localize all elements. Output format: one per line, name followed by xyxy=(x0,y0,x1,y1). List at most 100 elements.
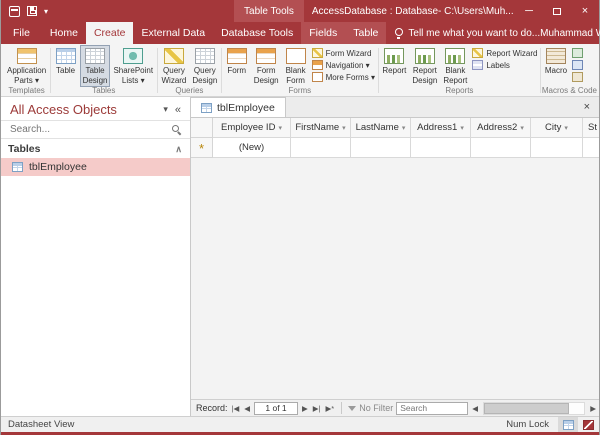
collapse-section-icon[interactable]: ∧ xyxy=(175,144,182,155)
new-record-selector[interactable]: * xyxy=(191,138,213,158)
first-record-button[interactable]: |◀ xyxy=(231,404,241,413)
column-dropdown-icon[interactable]: ▾ xyxy=(402,124,406,132)
column-header-lastname[interactable]: LastName▾ xyxy=(351,118,411,138)
current-record-input[interactable] xyxy=(254,402,298,415)
nav-pane-header: All Access Objects ▾ « xyxy=(1,97,190,120)
blank-form-icon xyxy=(286,48,306,64)
tab-fields[interactable]: Fields xyxy=(301,22,345,44)
cell-state[interactable] xyxy=(583,138,599,158)
tab-table[interactable]: Table xyxy=(345,22,386,44)
cell-city[interactable] xyxy=(531,138,583,158)
cell-address2[interactable] xyxy=(471,138,531,158)
column-header-firstname[interactable]: FirstName▾ xyxy=(291,118,351,138)
nav-pane-menu-caret-icon[interactable]: ▾ xyxy=(159,104,172,115)
cell-lastname[interactable] xyxy=(351,138,411,158)
column-header-city[interactable]: City▾ xyxy=(531,118,583,138)
document-tab-tblemployee[interactable]: tblEmployee xyxy=(190,97,286,117)
close-document-icon[interactable]: × xyxy=(575,101,599,113)
table-icon xyxy=(12,162,23,172)
navigation-icon xyxy=(312,60,323,70)
document-tab-bar: tblEmployee × xyxy=(191,97,599,118)
save-icon[interactable] xyxy=(27,6,37,16)
horizontal-scrollbar[interactable] xyxy=(483,402,585,415)
query-design-button[interactable]: Query Design xyxy=(189,45,220,87)
search-icon[interactable] xyxy=(171,124,182,135)
nav-item-label: tblEmployee xyxy=(29,161,87,173)
qat-customize-caret-icon[interactable]: ▾ xyxy=(44,7,48,16)
cell-address1[interactable] xyxy=(411,138,471,158)
scroll-right-button[interactable]: ▶ xyxy=(589,404,597,413)
nav-pane-shutter-icon[interactable]: « xyxy=(172,104,184,116)
table-design-button[interactable]: Table Design xyxy=(80,45,111,87)
access-app-icon[interactable] xyxy=(9,6,20,17)
nav-item-tblemployee[interactable]: tblEmployee xyxy=(1,158,190,176)
visual-basic-icon[interactable] xyxy=(572,72,583,82)
scrollbar-thumb[interactable] xyxy=(484,403,569,414)
column-dropdown-icon[interactable]: ▾ xyxy=(460,124,464,132)
maximize-button[interactable] xyxy=(543,0,571,22)
ribbon-group-forms: Form Form Design Blank Form Form Wizard xyxy=(222,45,378,96)
blank-report-button[interactable]: Blank Report xyxy=(440,45,470,87)
application-parts-icon xyxy=(17,48,37,64)
class-module-icon[interactable] xyxy=(572,60,583,70)
column-header-state[interactable]: St xyxy=(583,118,599,138)
application-parts-button[interactable]: Application Parts ▾ xyxy=(4,45,49,87)
next-record-button[interactable]: ▶ xyxy=(301,404,309,413)
close-button[interactable]: × xyxy=(571,0,599,22)
navigation-button[interactable]: Navigation ▾ xyxy=(312,60,375,70)
design-view-button[interactable] xyxy=(578,417,598,432)
user-account[interactable]: Muhammad Waqas xyxy=(540,22,600,44)
tell-me-box[interactable]: Tell me what you want to do... xyxy=(394,22,540,44)
column-dropdown-icon[interactable]: ▾ xyxy=(278,124,282,132)
forms-items: Form Form Design Blank Form Form Wizard xyxy=(223,45,377,85)
cell-firstname[interactable] xyxy=(291,138,351,158)
datasheet-view-button[interactable] xyxy=(558,417,578,432)
blank-form-button[interactable]: Blank Form xyxy=(282,45,310,87)
previous-record-button[interactable]: ◀ xyxy=(243,404,251,413)
form-label: Form xyxy=(227,66,246,76)
column-dropdown-icon[interactable]: ▾ xyxy=(342,124,346,132)
tab-file[interactable]: File xyxy=(1,22,42,44)
form-wizard-button[interactable]: Form Wizard xyxy=(312,48,375,58)
report-button[interactable]: Report xyxy=(379,45,409,78)
report-wizard-button[interactable]: Report Wizard xyxy=(472,48,537,58)
record-search-input[interactable] xyxy=(396,402,468,415)
tab-create[interactable]: Create xyxy=(86,22,134,44)
column-dropdown-icon[interactable]: ▾ xyxy=(520,124,524,132)
templates-items: Application Parts ▾ xyxy=(4,45,49,85)
report-design-button[interactable]: Report Design xyxy=(409,45,440,87)
sharepoint-lists-button[interactable]: SharePoint Lists ▾ xyxy=(110,45,156,87)
column-label: FirstName xyxy=(295,122,339,133)
view-shortcuts xyxy=(558,417,598,432)
minimize-button[interactable]: ─ xyxy=(515,0,543,22)
select-all-cell[interactable] xyxy=(191,118,213,138)
tab-external-data[interactable]: External Data xyxy=(133,22,213,44)
form-button[interactable]: Form xyxy=(223,45,251,78)
scroll-left-button[interactable]: ◀ xyxy=(471,404,479,413)
nav-section-tables[interactable]: Tables ∧ xyxy=(1,139,190,158)
last-record-button[interactable]: ▶| xyxy=(312,404,322,413)
cell-employee-id[interactable]: (New) xyxy=(213,138,291,158)
macro-button[interactable]: Macro xyxy=(542,45,570,78)
table-button[interactable]: Table xyxy=(52,45,80,78)
group-label-reports: Reports xyxy=(379,85,539,95)
column-dropdown-icon[interactable]: ▾ xyxy=(564,124,568,132)
nav-search-input[interactable] xyxy=(10,124,171,135)
form-design-label: Form Design xyxy=(254,66,279,85)
column-header-address2[interactable]: Address2▾ xyxy=(471,118,531,138)
reports-items: Report Report Design Blank Report Report… xyxy=(379,45,539,85)
new-record-button[interactable]: ▶* xyxy=(325,404,336,413)
more-forms-button[interactable]: More Forms ▾ xyxy=(312,72,375,82)
module-icon[interactable] xyxy=(572,48,583,58)
form-design-button[interactable]: Form Design xyxy=(251,45,282,87)
query-wizard-button[interactable]: Query Wizard xyxy=(158,45,189,87)
labels-button[interactable]: Labels xyxy=(472,60,537,70)
column-header-employee-id[interactable]: Employee ID▾ xyxy=(213,118,291,138)
datasheet-view-icon xyxy=(563,420,574,430)
filter-indicator[interactable]: No Filter xyxy=(348,403,393,413)
column-header-address1[interactable]: Address1▾ xyxy=(411,118,471,138)
sharepoint-lists-icon xyxy=(123,48,143,64)
nav-pane-title: All Access Objects xyxy=(10,102,159,117)
tab-database-tools[interactable]: Database Tools xyxy=(213,22,301,44)
tab-home[interactable]: Home xyxy=(42,22,86,44)
